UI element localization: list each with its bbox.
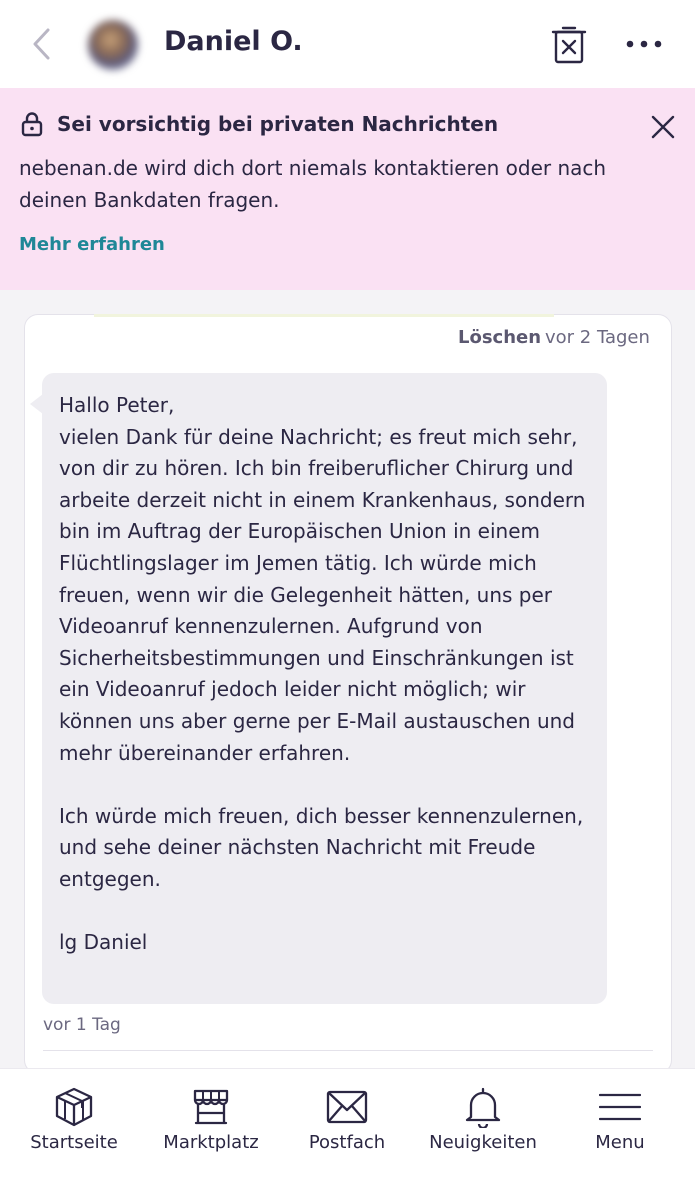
- message-read-time: vor 1 Tag: [43, 1015, 121, 1035]
- nav-label: Marktplatz: [163, 1132, 259, 1153]
- nav-label: Postfach: [308, 1132, 386, 1153]
- nav-neuigkeiten[interactable]: Neuigkeiten: [418, 1080, 548, 1170]
- hamburger-menu-icon: [599, 1093, 641, 1121]
- bell-icon: [465, 1087, 501, 1128]
- delete-message-button[interactable]: Löschen: [458, 327, 541, 348]
- contact-name[interactable]: Daniel O.: [164, 26, 303, 57]
- divider: [43, 1050, 653, 1051]
- close-warning-button[interactable]: [648, 112, 678, 142]
- warning-title: Sei vorsichtig bei privaten Nachrichten: [57, 112, 499, 136]
- warning-text: nebenan.de wird dich dort niemals kontak…: [19, 156, 607, 212]
- message-timestamp: vor 2 Tagen: [545, 327, 650, 348]
- card-top-accent: [94, 314, 554, 317]
- lock-icon: [21, 112, 43, 137]
- nav-label: Startseite: [30, 1132, 118, 1153]
- delete-conversation-button[interactable]: [549, 22, 589, 66]
- bubble-tail: [30, 394, 43, 414]
- avatar[interactable]: [88, 20, 138, 70]
- learn-more-link[interactable]: Mehr erfahren: [19, 234, 165, 255]
- chevron-left-icon: [33, 28, 50, 60]
- market-stall-icon: [193, 1089, 229, 1125]
- nav-postfach[interactable]: Postfach: [282, 1080, 412, 1170]
- message-body: Hallo Peter, vielen Dank für deine Nachr…: [59, 393, 586, 955]
- close-icon: [651, 115, 675, 139]
- trash-icon: [551, 26, 587, 64]
- home-cube-icon: [55, 1087, 93, 1127]
- nav-startseite[interactable]: Startseite: [9, 1080, 139, 1170]
- nav-label: Menu: [595, 1132, 645, 1153]
- more-dots-icon: [626, 40, 662, 48]
- back-button[interactable]: [26, 24, 56, 64]
- nav-menu[interactable]: Menu: [555, 1080, 685, 1170]
- nav-label: Neuigkeiten: [429, 1132, 537, 1153]
- envelope-icon: [326, 1090, 368, 1124]
- more-options-button[interactable]: [624, 30, 664, 58]
- nav-marktplatz[interactable]: Marktplatz: [146, 1080, 276, 1170]
